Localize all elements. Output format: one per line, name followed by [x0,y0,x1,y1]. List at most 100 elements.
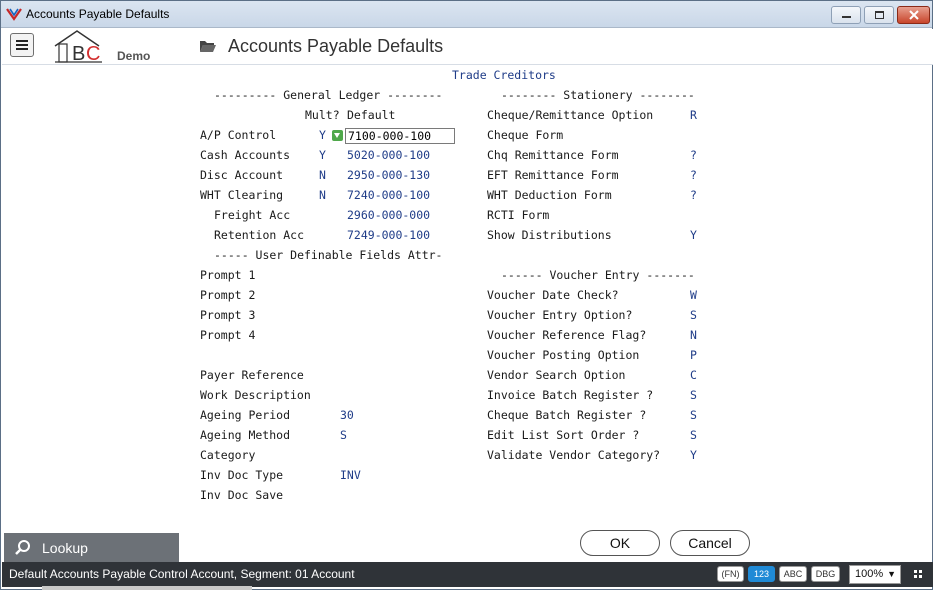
minimize-button[interactable] [831,6,861,24]
gl-mult-disc-account[interactable]: N [319,168,326,182]
gl-default-freight-acc[interactable]: 2960-000-000 [347,208,430,222]
vch-label-date-check: Voucher Date Check? [487,288,619,302]
gl-mult-ap-control[interactable]: Y [319,128,326,142]
stat-value-eft-remittance-form[interactable]: ? [690,168,697,182]
vch-label-validate-vendor-category: Validate Vendor Category? [487,448,661,462]
value-ageing-method[interactable]: S [340,428,347,442]
label-work-description: Work Description [200,388,311,402]
prompt-2-label[interactable]: Prompt 2 [200,288,255,302]
ap-control-account-input[interactable]: 7100-000-100 [345,128,455,144]
stat-value-cheque-remittance-option[interactable]: R [690,108,697,122]
prompt-4-label[interactable]: Prompt 4 [200,328,255,342]
stat-label-cheque-remittance-option: Cheque/Remittance Option [487,108,654,122]
ok-button[interactable]: OK [580,530,660,556]
label-category: Category [200,448,256,462]
stat-label-chq-remittance-form: Chq Remittance Form [487,148,619,162]
debug-toggle[interactable]: DBG [811,566,840,582]
zoom-value: 100% [855,568,884,580]
gl-label-freight-acc: Freight Acc [214,208,291,222]
vch-value-edit-list-sort-order[interactable]: S [690,428,697,442]
status-message: Default Accounts Payable Control Account… [9,567,355,581]
stat-value-show-distributions[interactable]: Y [690,228,697,242]
gl-default-disc-account[interactable]: 2950-000-130 [347,168,430,182]
vch-value-date-check[interactable]: W [690,288,697,302]
vch-label-invoice-batch-register: Invoice Batch Register ? [487,388,654,402]
voucher-heading: ------ Voucher Entry ------- [501,268,695,282]
vch-value-cheque-batch-register[interactable]: S [690,408,697,422]
title-bar: Accounts Payable Defaults [1,1,932,28]
maximize-icon [875,11,884,19]
vch-value-invoice-batch-register[interactable]: S [690,388,697,402]
gl-label-retention-acc: Retention Acc [214,228,305,242]
vch-value-posting-option[interactable]: P [690,348,697,362]
vch-label-cheque-batch-register: Cheque Batch Register ? [487,408,647,422]
gl-default-wht-clearing[interactable]: 7240-000-100 [347,188,430,202]
prompt-3-label[interactable]: Prompt 3 [200,308,255,322]
app-logo-icon [6,8,22,21]
app-window: Accounts Payable Defaults B C Demo Accou… [0,0,933,590]
vch-value-entry-option[interactable]: S [690,308,697,322]
alpha-mode-toggle[interactable]: ABC [779,566,807,582]
label-inv-doc-save: Inv Doc Save [200,488,284,502]
gl-default-cash-accounts[interactable]: 5020-000-100 [347,148,430,162]
value-inv-doc-type[interactable]: INV [340,468,361,482]
grid-icon[interactable] [914,570,922,578]
lookup-label: Lookup [42,540,88,556]
search-icon [15,540,30,555]
gl-heading: --------- General Ledger -------- [214,88,443,102]
page-title: Accounts Payable Defaults [228,36,444,56]
lookup-button[interactable]: Lookup [4,533,179,562]
stat-label-rcti-form: RCTI Form [487,208,550,222]
label-payer-reference: Payer Reference [200,368,304,382]
hamburger-menu-button[interactable] [10,33,34,57]
gl-mult-wht-clearing[interactable]: N [319,188,326,202]
status-bar: Default Accounts Payable Control Account… [2,562,933,587]
fn-key-toggle[interactable]: (FN) [717,566,744,582]
folder-open-icon [200,41,216,52]
cancel-button[interactable]: Cancel [670,530,750,556]
label-ageing-method: Ageing Method [200,428,291,442]
gl-col-mult: Mult? [305,108,340,122]
zoom-select[interactable]: 100% ▼ [849,565,901,584]
app-header: B C Demo Accounts Payable Defaults [2,29,933,65]
udf-heading: ----- User Definable Fields Attr- [214,248,443,262]
vch-value-reference-flag[interactable]: N [690,328,697,342]
defaults-form: Trade Creditors --------- General Ledger… [1,65,932,531]
close-button[interactable] [897,6,930,24]
gl-mult-cash-accounts[interactable]: Y [319,148,326,162]
vch-value-vendor-search-option[interactable]: C [690,368,697,382]
svg-text:C: C [86,43,100,65]
logo-demo-label: Demo [117,49,151,63]
chevron-down-icon: ▼ [887,569,896,579]
vch-label-entry-option: Voucher Entry Option? [487,308,633,322]
gl-lookup-dropdown-button[interactable] [332,130,343,141]
label-inv-doc-type: Inv Doc Type [200,468,284,482]
taskbar-fragment [42,586,252,590]
vch-label-posting-option: Voucher Posting Option [487,348,640,362]
chevron-down-icon [334,133,340,138]
prompt-1-label[interactable]: Prompt 1 [200,268,255,282]
close-icon [909,10,919,20]
window-title: Accounts Payable Defaults [26,7,170,21]
minimize-icon [842,16,851,18]
gl-label-ap-control: A/P Control [200,128,277,142]
vch-value-validate-vendor-category[interactable]: Y [690,448,697,462]
stat-value-chq-remittance-form[interactable]: ? [690,148,697,162]
stat-label-show-distributions: Show Distributions [487,228,612,242]
stat-label-eft-remittance-form: EFT Remittance Form [487,168,619,182]
gl-label-disc-account: Disc Account [200,168,284,182]
numeric-mode-toggle[interactable]: 123 [748,566,775,582]
vch-label-edit-list-sort-order: Edit List Sort Order ? [487,428,640,442]
stationery-heading: -------- Stationery -------- [501,88,695,102]
maximize-button[interactable] [864,6,894,24]
gl-label-wht-clearing: WHT Clearing [200,188,284,202]
svg-text:B: B [72,43,85,65]
gl-col-default: Default [347,108,396,122]
stat-value-wht-deduction-form[interactable]: ? [690,188,697,202]
vch-label-reference-flag: Voucher Reference Flag? [487,328,647,342]
value-ageing-period[interactable]: 30 [340,408,354,422]
section-title: Trade Creditors [452,68,556,82]
stat-label-wht-deduction-form: WHT Deduction Form [487,188,612,202]
stat-label-cheque-form: Cheque Form [487,128,564,142]
gl-default-retention-acc[interactable]: 7249-000-100 [347,228,430,242]
